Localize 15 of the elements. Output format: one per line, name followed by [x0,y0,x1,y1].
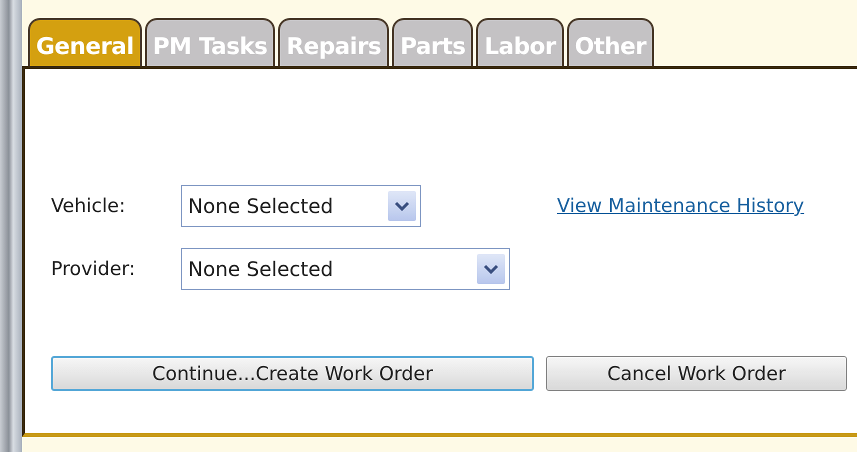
tab[interactable]: Labor [476,18,564,66]
tab[interactable]: Parts [392,18,474,66]
field-label: Vehicle: [51,195,126,217]
chevron-down-icon [388,191,416,221]
tab[interactable]: General [28,18,142,66]
field-label: Provider: [51,258,136,280]
tab[interactable]: PM Tasks [144,18,276,66]
dropdown[interactable]: None Selected [181,185,421,227]
cancel-button[interactable]: Cancel Work Order [546,356,847,391]
dropdown[interactable]: None Selected [181,248,510,290]
continue-button[interactable]: Continue...Create Work Order [51,356,534,391]
tab[interactable]: Repairs [278,18,390,66]
maintenance-history-link[interactable]: View Maintenance History [557,195,804,217]
tab[interactable]: Other [566,18,654,66]
chevron-down-icon [477,254,505,284]
